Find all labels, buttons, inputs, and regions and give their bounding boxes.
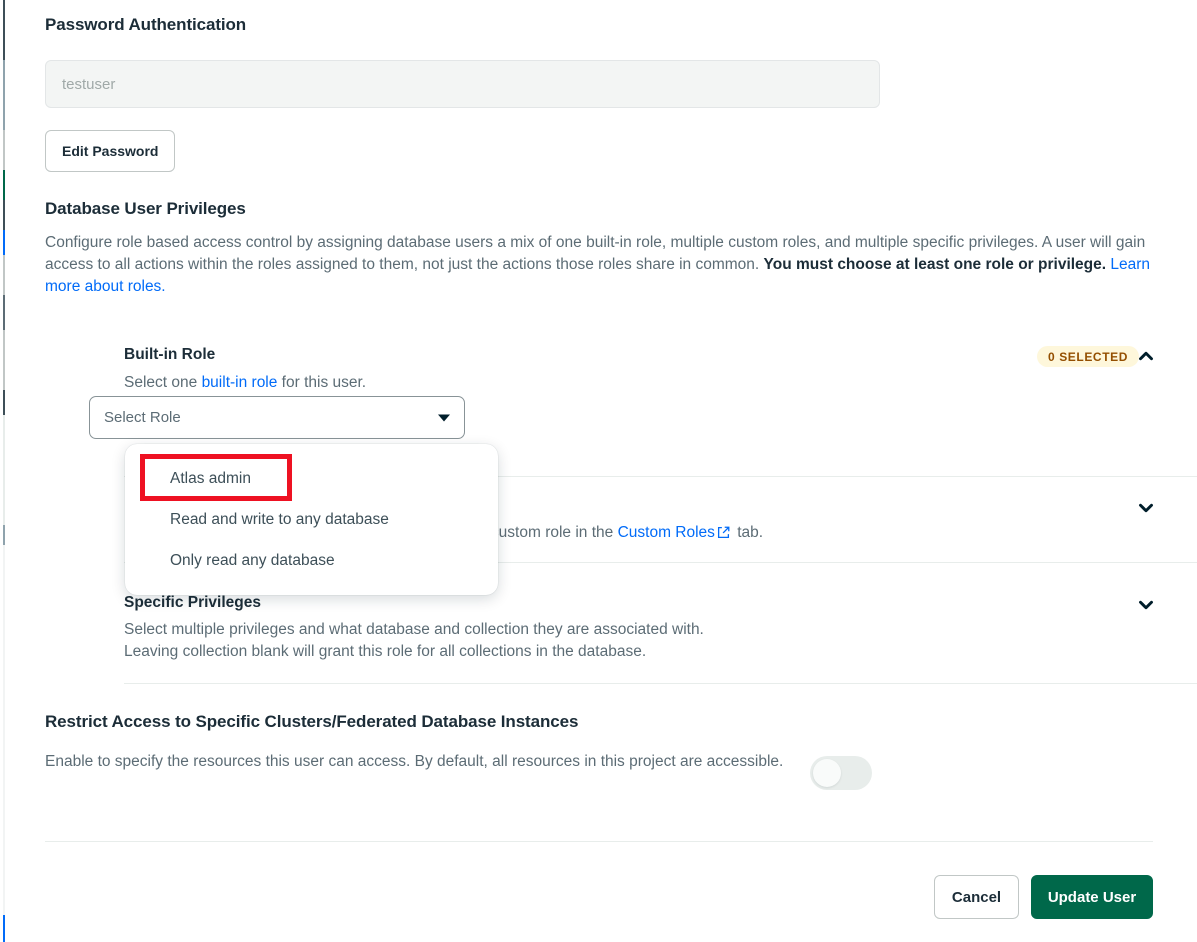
toggle-knob (813, 759, 841, 787)
user-form-panel: Password Authentication testuser Edit Pa… (45, 0, 1197, 942)
builtin-role-selected-badge: 0 SELECTED (1037, 346, 1139, 367)
restrict-access-description: Enable to specify the resources this use… (45, 750, 805, 774)
specific-privileges-line1: Select multiple privileges and what data… (124, 619, 704, 641)
menu-item-read-write-any-database[interactable]: Read and write to any database (125, 499, 498, 540)
builtin-role-subtitle-prefix: Select one (124, 374, 202, 391)
cancel-label: Cancel (952, 889, 1001, 906)
menu-item-only-read-any-database[interactable]: Only read any database (125, 540, 498, 581)
database-user-privileges-heading: Database User Privileges (45, 199, 246, 219)
builtin-role-subtitle-suffix: for this user. (277, 374, 366, 391)
update-user-button[interactable]: Update User (1031, 875, 1153, 919)
external-link-icon (717, 524, 730, 546)
caret-down-icon (438, 414, 450, 421)
custom-roles-description-suffix: tab. (733, 524, 763, 541)
update-user-label: Update User (1048, 889, 1136, 906)
restrict-access-heading: Restrict Access to Specific Clusters/Fed… (45, 712, 578, 732)
username-field[interactable]: testuser (45, 60, 880, 108)
restrict-access-toggle[interactable] (810, 756, 872, 790)
edit-password-button[interactable]: Edit Password (45, 130, 175, 172)
menu-item-label: Read and write to any database (170, 511, 389, 529)
password-authentication-heading: Password Authentication (45, 15, 246, 35)
menu-item-label: Atlas admin (170, 470, 251, 488)
role-select-dropdown-menu[interactable]: Atlas admin Read and write to any databa… (125, 444, 498, 595)
role-select[interactable]: Select Role (89, 396, 465, 439)
builtin-role-title: Built-in Role (124, 346, 215, 364)
footer-divider (45, 841, 1153, 842)
built-in-role-link[interactable]: built-in role (202, 374, 278, 391)
specific-privileges-title: Specific Privileges (124, 594, 261, 612)
menu-item-atlas-admin[interactable]: Atlas admin (125, 458, 498, 499)
custom-roles-description: a custom role in the Custom Roles tab. (478, 522, 763, 546)
divider-specific-restrict (124, 683, 1197, 684)
builtin-role-subtitle: Select one built-in role for this user. (124, 372, 366, 394)
chevron-down-icon-specific-privileges[interactable] (1135, 594, 1157, 616)
menu-item-label: Only read any database (170, 552, 335, 570)
cancel-button[interactable]: Cancel (934, 875, 1019, 919)
edit-password-label: Edit Password (62, 143, 158, 159)
chevron-up-icon-builtin-role[interactable] (1135, 345, 1157, 367)
edit-database-user-panel: Password Authentication testuser Edit Pa… (0, 0, 1197, 942)
privileges-description-emphasis: You must choose at least one role or pri… (764, 256, 1107, 273)
background-page-sliver (0, 0, 6, 942)
role-select-placeholder: Select Role (104, 409, 181, 426)
privileges-description: Configure role based access control by a… (45, 232, 1155, 298)
chevron-down-icon-custom-roles[interactable] (1135, 497, 1157, 519)
username-value: testuser (62, 76, 115, 93)
custom-roles-tab-link[interactable]: Custom Roles (618, 524, 715, 541)
specific-privileges-line2: Leaving collection blank will grant this… (124, 641, 646, 663)
custom-roles-description-text: a custom role in the (478, 524, 618, 541)
